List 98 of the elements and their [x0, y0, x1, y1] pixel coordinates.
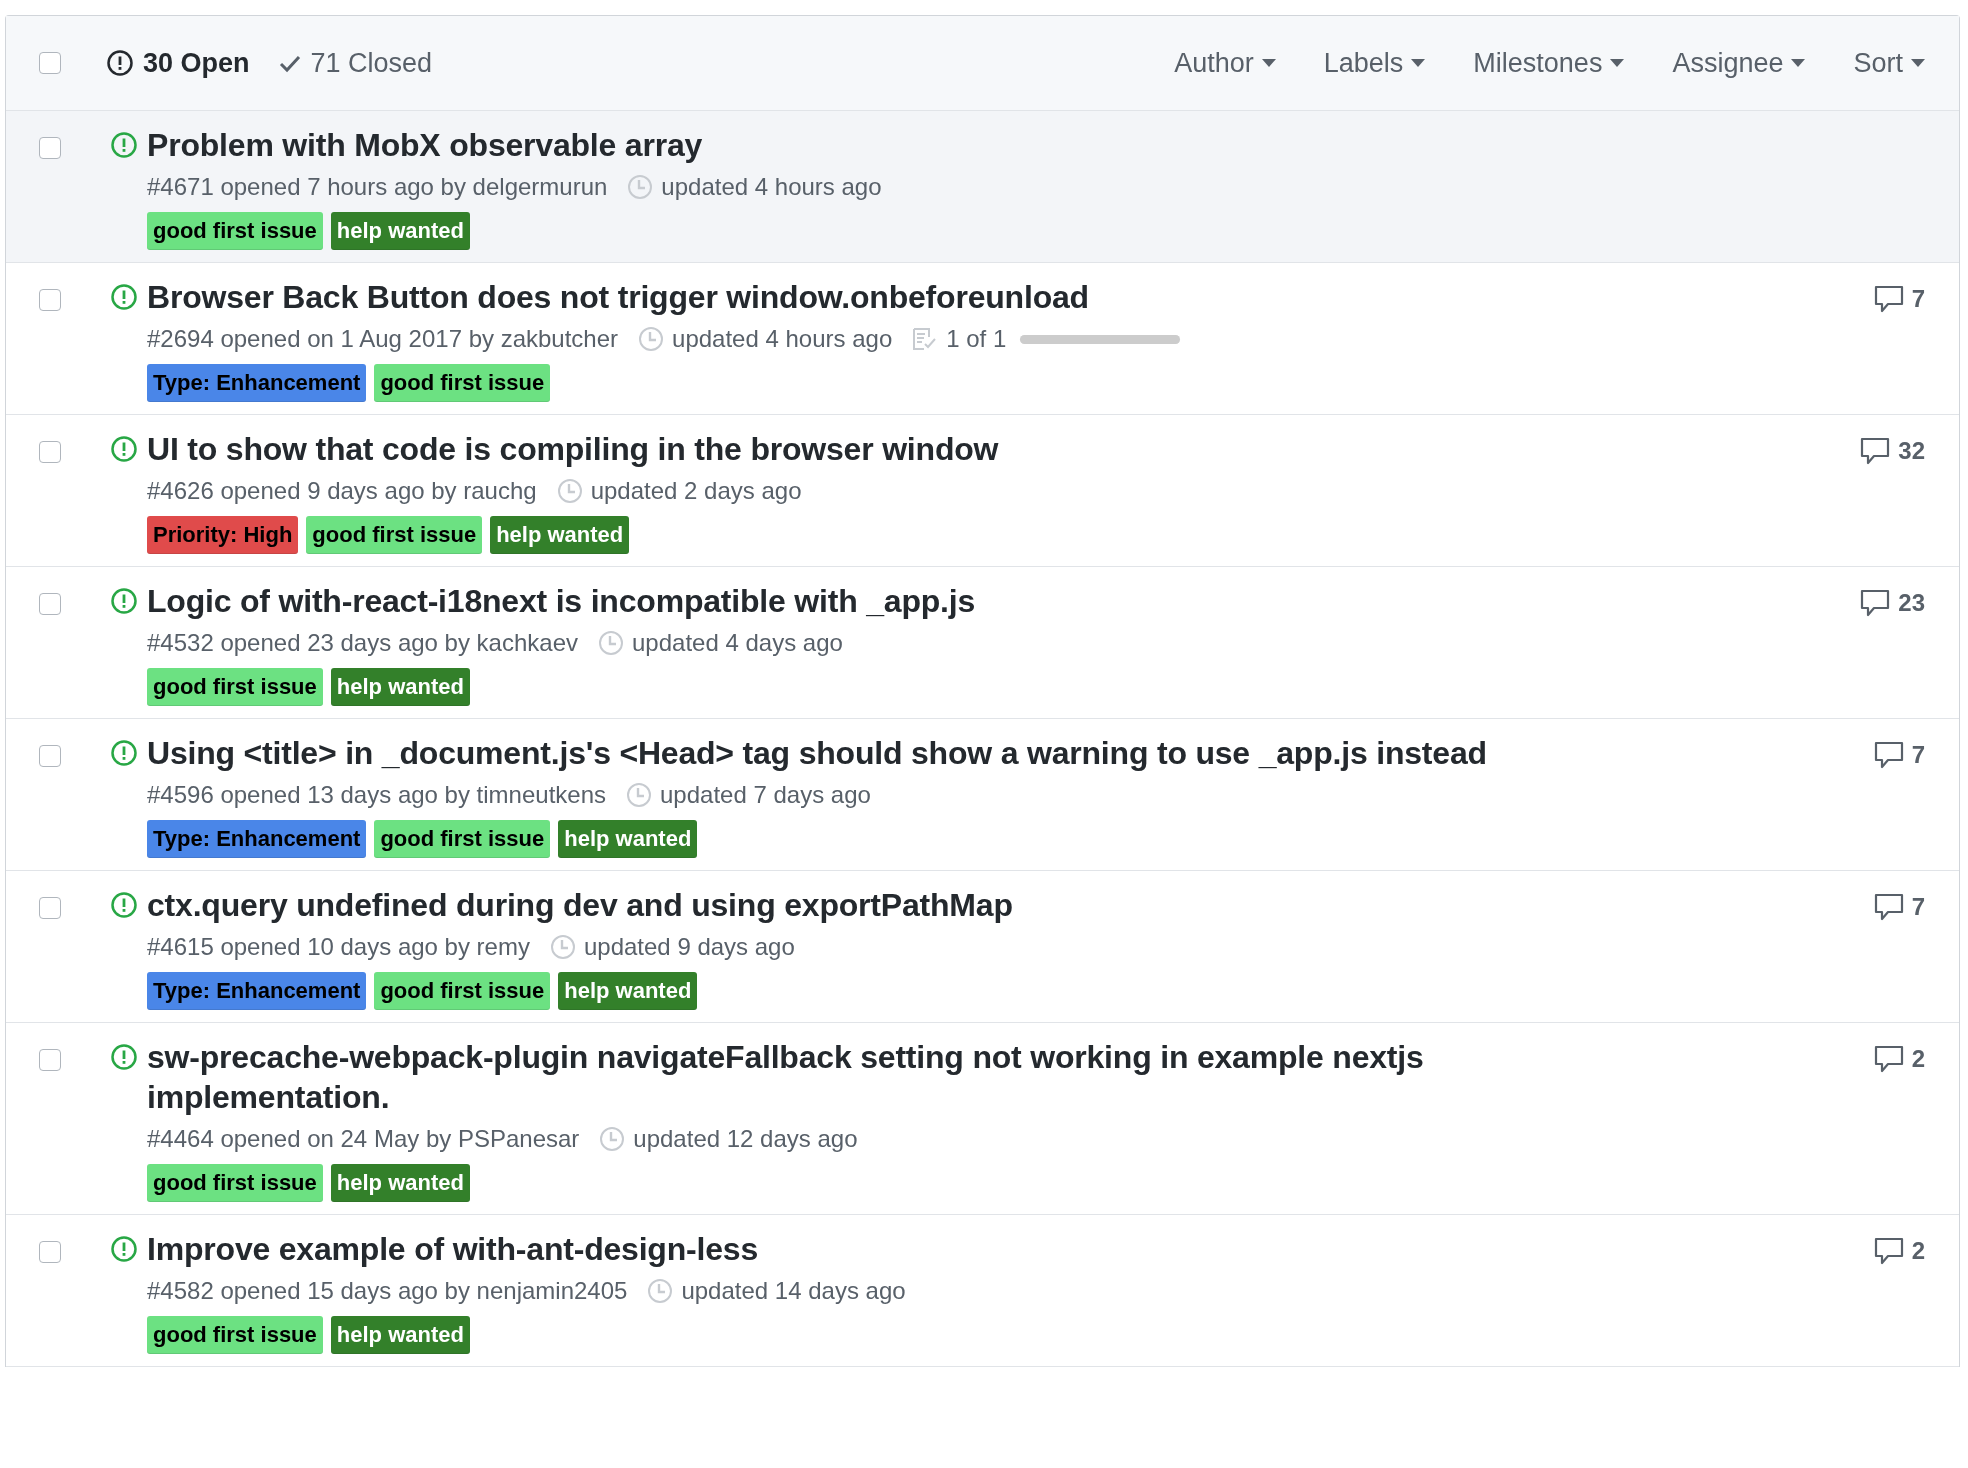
updated-time: updated 4 hours ago [672, 325, 893, 353]
issue-meta: #4615 opened 10 days ago by remy [147, 933, 530, 961]
updated-time: updated 2 days ago [590, 477, 802, 505]
comments-link[interactable]: 7 [1873, 285, 1925, 315]
comment-icon [1873, 285, 1904, 313]
clock-icon [638, 326, 665, 352]
issue-checkbox[interactable] [39, 1241, 61, 1263]
open-issue-icon [110, 587, 138, 615]
comments-link[interactable]: 2 [1873, 1237, 1925, 1267]
select-all-checkbox[interactable] [39, 52, 61, 74]
issue-meta: #4582 opened 15 days ago by nenjamin2405 [147, 1277, 628, 1305]
updated-time: updated 9 days ago [583, 933, 795, 961]
comments-link[interactable]: 7 [1873, 893, 1925, 923]
comment-icon [1873, 1045, 1904, 1073]
issue-label[interactable]: help wanted [330, 1316, 470, 1354]
comment-icon [1873, 741, 1904, 769]
issue-checkbox[interactable] [39, 289, 61, 311]
updated-time: updated 14 days ago [681, 1277, 906, 1305]
caret-icon [1261, 59, 1276, 67]
open-issue-icon [110, 435, 138, 463]
clock-icon [598, 630, 624, 656]
filter-dropdown[interactable]: Milestones [1473, 47, 1625, 79]
issue-title-link[interactable]: Improve example of with-ant-design-less [147, 1229, 1547, 1269]
caret-icon [1610, 59, 1625, 67]
issue-title-link[interactable]: ctx.query undefined during dev and using exportPathMap [147, 885, 1547, 925]
issue-label[interactable]: Type: Enhancement [147, 364, 367, 402]
comments-link[interactable]: 23 [1860, 589, 1925, 619]
issue-checkbox[interactable] [39, 593, 61, 615]
issue-checkbox[interactable] [39, 137, 61, 159]
issue-label[interactable]: help wanted [558, 972, 698, 1010]
issue-title-link[interactable]: sw-precache-webpack-plugin navigateFallback setting not working in example nextjs implementation. [147, 1037, 1547, 1117]
clock-icon [626, 782, 652, 808]
task-progress-text: 1 of 1 [946, 325, 1007, 353]
comments-link[interactable]: 7 [1873, 741, 1925, 771]
issue-label[interactable]: good first issue [374, 364, 551, 402]
checklist-icon [912, 327, 939, 351]
issue-label[interactable]: help wanted [558, 820, 698, 858]
issue-label[interactable]: good first issue [147, 212, 323, 250]
issue-label[interactable]: good first issue [374, 972, 551, 1010]
open-issue-icon [110, 891, 138, 919]
issue-title-link[interactable]: Browser Back Button does not trigger window.onbeforeunload [147, 277, 1547, 317]
filter-dropdown[interactable]: Sort [1853, 47, 1925, 79]
filter-dropdown[interactable]: Labels [1323, 47, 1426, 79]
open-issue-icon [110, 1235, 138, 1263]
issue-label[interactable]: Type: Enhancement [147, 972, 367, 1010]
issue-label[interactable]: Type: Enhancement [147, 820, 367, 858]
updated-time: updated 12 days ago [633, 1125, 858, 1153]
clock-icon [627, 174, 654, 200]
issue-title-link[interactable]: Using <title> in _document.js's <Head> tag should show a warning to use _app.js instead [147, 733, 1547, 773]
issue-icon [106, 49, 134, 77]
issue-title-link[interactable]: Logic of with-react-i18next is incompatible with _app.js [147, 581, 1547, 621]
clock-icon [647, 1278, 674, 1304]
updated-time: updated 4 hours ago [661, 173, 882, 201]
filter-dropdown[interactable]: Author [1174, 47, 1276, 79]
issue-label[interactable]: good first issue [374, 820, 551, 858]
filter-dropdown[interactable]: Assignee [1672, 47, 1806, 79]
open-issue-icon [110, 283, 138, 311]
issue-checkbox[interactable] [39, 745, 61, 767]
issue-label[interactable]: help wanted [490, 516, 630, 554]
closed-issues-tab[interactable]: 71 Closed [277, 47, 433, 79]
issue-meta: #4464 opened on 24 May by PSPanesar [147, 1125, 580, 1153]
issue-label[interactable]: Priority: High [147, 516, 299, 554]
issue-checkbox[interactable] [39, 897, 61, 919]
caret-icon [1791, 59, 1806, 67]
caret-icon [1411, 59, 1426, 67]
issue-meta: #4626 opened 9 days ago by rauchg [147, 477, 537, 505]
comment-icon [1860, 589, 1891, 617]
comment-icon [1860, 437, 1891, 465]
open-issues-tab[interactable]: 30 Open [106, 47, 250, 79]
issue-meta: #4671 opened 7 hours ago by delgermurun [147, 173, 608, 201]
clock-icon [556, 478, 583, 504]
issue-meta: #4596 opened 13 days ago by timneutkens [147, 781, 606, 809]
comment-icon [1873, 1237, 1904, 1265]
issue-meta: #2694 opened on 1 Aug 2017 by zakbutcher [147, 325, 619, 353]
issue-title-link[interactable]: Problem with MobX observable array [147, 125, 1547, 165]
updated-time: updated 7 days ago [660, 781, 871, 809]
issue-label[interactable]: help wanted [330, 212, 470, 250]
open-issue-icon [110, 1043, 138, 1071]
comments-link[interactable]: 2 [1873, 1045, 1925, 1075]
issue-checkbox[interactable] [39, 1049, 61, 1071]
issue-label[interactable]: good first issue [147, 1164, 323, 1202]
issue-checkbox[interactable] [39, 441, 61, 463]
comments-link[interactable]: 32 [1860, 437, 1925, 467]
clock-icon [549, 934, 576, 960]
issue-title-link[interactable]: UI to show that code is compiling in the browser window [147, 429, 1547, 469]
issue-row[interactable]: Problem with MobX observable array #4671 opened 7 hours ago by delgermurun updated 4 hours ago good first issue help wanted [6, 111, 1959, 263]
issue-label[interactable]: good first issue [306, 516, 483, 554]
issue-label[interactable]: good first issue [147, 668, 323, 706]
issue-label[interactable]: help wanted [330, 668, 470, 706]
comment-icon [1873, 893, 1904, 921]
open-issue-icon [110, 739, 138, 767]
updated-time: updated 4 days ago [632, 629, 843, 657]
clock-icon [599, 1126, 626, 1152]
open-issue-icon [110, 131, 138, 159]
issue-label[interactable]: good first issue [147, 1316, 323, 1354]
issue-meta: #4532 opened 23 days ago by kachkaev [147, 629, 578, 657]
caret-icon [1911, 59, 1925, 67]
issue-label[interactable]: help wanted [330, 1164, 470, 1202]
